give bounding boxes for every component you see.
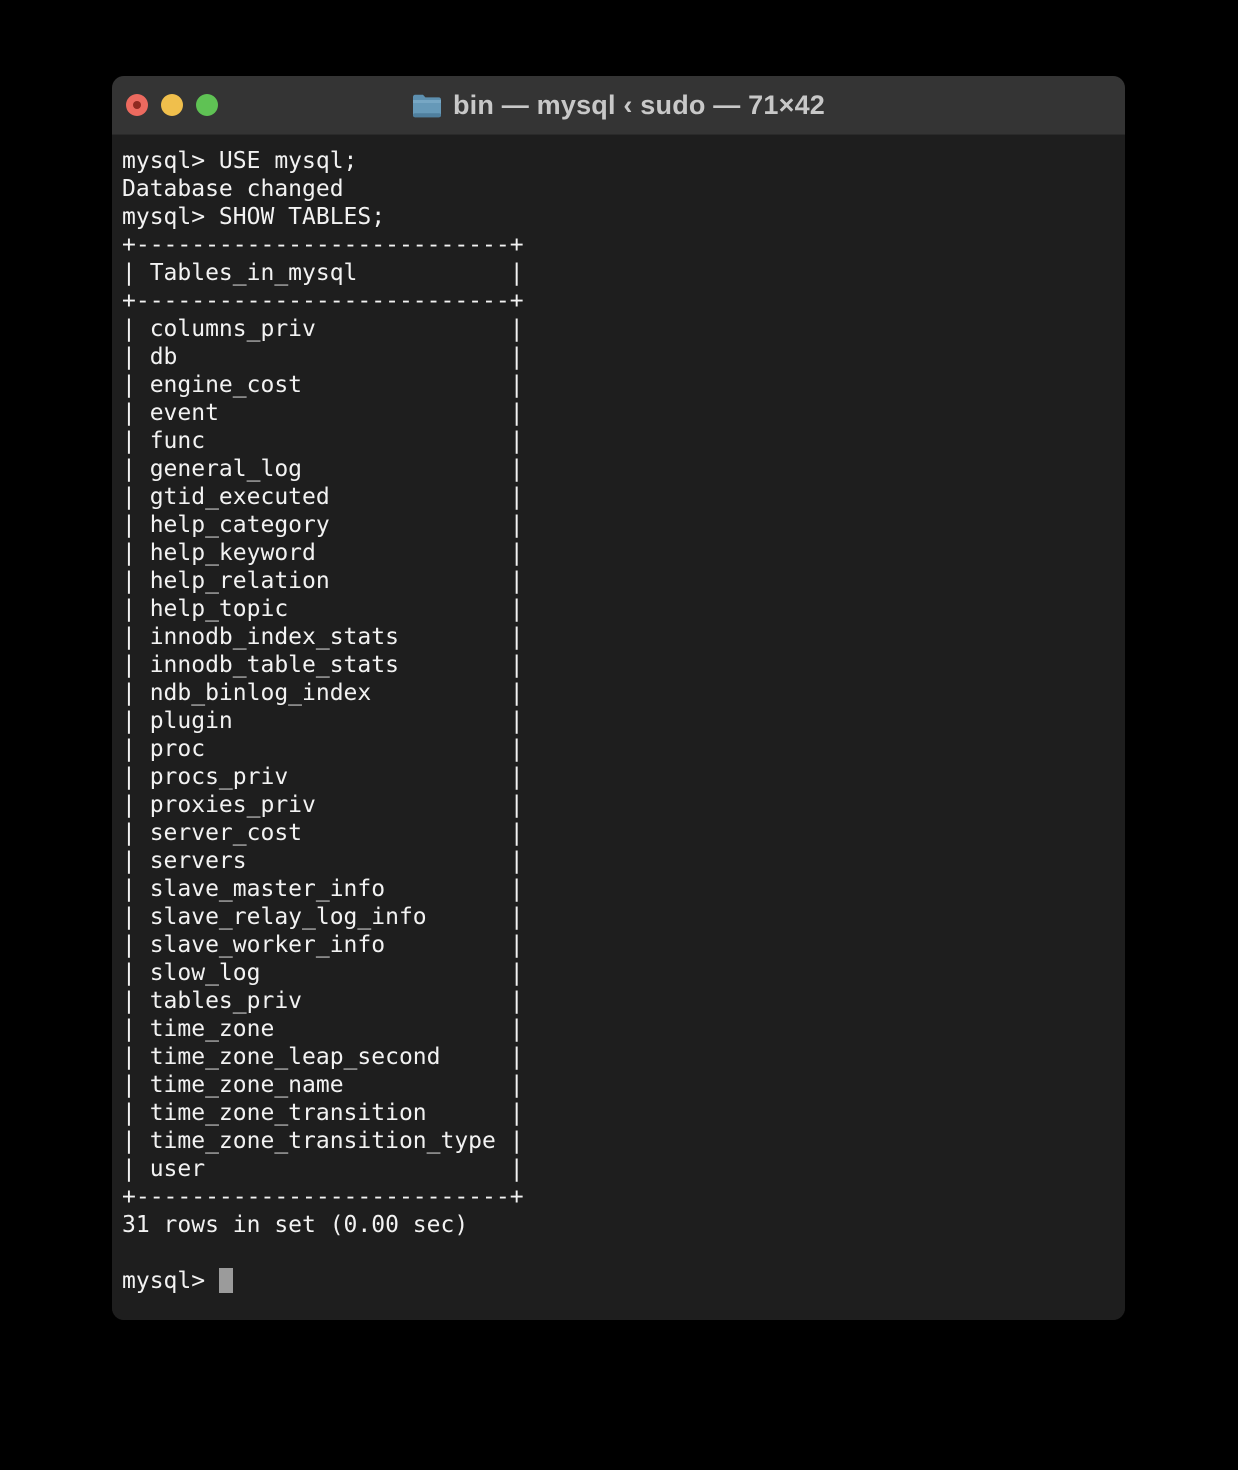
terminal-line: | db | — [122, 344, 524, 370]
prompt-text: mysql> — [122, 1268, 219, 1294]
terminal-line: | innodb_index_stats | — [122, 624, 524, 650]
terminal-line: mysql> SHOW TABLES; — [122, 204, 386, 230]
terminal-line: | func | — [122, 428, 524, 454]
terminal-line: +---------------------------+ — [122, 1184, 524, 1210]
window-title: bin — mysql ‹ sudo — 71×42 — [452, 89, 826, 120]
terminal-line: | slave_master_info | — [122, 876, 524, 902]
window-title-group: bin — mysql ‹ sudo — 71×42 — [112, 76, 1125, 134]
zoom-button[interactable] — [196, 94, 218, 116]
terminal-line: +---------------------------+ — [122, 288, 524, 314]
window-controls — [126, 76, 218, 134]
terminal-line: | procs_priv | — [122, 764, 524, 790]
terminal-line: | help_relation | — [122, 568, 524, 594]
terminal-line: | tables_priv | — [122, 988, 524, 1014]
terminal-line: Database changed — [122, 176, 344, 202]
terminal-line: | slave_relay_log_info | — [122, 904, 524, 930]
terminal-line: | time_zone | — [122, 1016, 524, 1042]
terminal-line: | help_keyword | — [122, 540, 524, 566]
terminal-line: | engine_cost | — [122, 372, 524, 398]
terminal-line: | Tables_in_mysql | — [122, 260, 524, 286]
terminal-line: | ndb_binlog_index | — [122, 680, 524, 706]
terminal-line: | user | — [122, 1156, 524, 1182]
close-icon — [133, 101, 141, 109]
terminal-line: | columns_priv | — [122, 316, 524, 342]
folder-icon — [412, 94, 441, 118]
terminal-screen: mysql> USE mysql; Database changed mysql> … — [112, 147, 1125, 1295]
terminal-line: | slow_log | — [122, 960, 524, 986]
terminal-line: | proc | — [122, 736, 524, 762]
terminal-line: | innodb_table_stats | — [122, 652, 524, 678]
terminal-line: | time_zone_transition | — [122, 1100, 524, 1126]
terminal-prompt-line: mysql> — [122, 1267, 1125, 1295]
terminal-line: | slave_worker_info | — [122, 932, 524, 958]
terminal-line: | time_zone_name | — [122, 1072, 524, 1098]
terminal-line: +---------------------------+ — [122, 232, 524, 258]
terminal-content-area[interactable]: mysql> USE mysql; Database changed mysql> … — [112, 135, 1125, 1320]
terminal-line: | proxies_priv | — [122, 792, 524, 818]
terminal-line: | servers | — [122, 848, 524, 874]
terminal-line: | time_zone_transition_type | — [122, 1128, 524, 1154]
terminal-line: mysql> USE mysql; — [122, 148, 358, 174]
close-button[interactable] — [126, 94, 148, 116]
terminal-line: | gtid_executed | — [122, 484, 524, 510]
text-cursor — [218, 1268, 233, 1293]
terminal-line: | help_topic | — [122, 596, 524, 622]
terminal-line: | server_cost | — [122, 820, 524, 846]
terminal-line: | time_zone_leap_second | — [122, 1044, 524, 1070]
minimize-button[interactable] — [161, 94, 183, 116]
terminal-window: bin — mysql ‹ sudo — 71×42 mysql> USE my… — [112, 76, 1125, 1320]
terminal-line: | event | — [122, 400, 524, 426]
window-titlebar[interactable]: bin — mysql ‹ sudo — 71×42 — [112, 76, 1125, 135]
terminal-line: | general_log | — [122, 456, 524, 482]
desktop-background: bin — mysql ‹ sudo — 71×42 mysql> USE my… — [0, 0, 1238, 1470]
terminal-line: | plugin | — [122, 708, 524, 734]
terminal-line: 31 rows in set (0.00 sec) — [122, 1212, 469, 1238]
terminal-line: | help_category | — [122, 512, 524, 538]
